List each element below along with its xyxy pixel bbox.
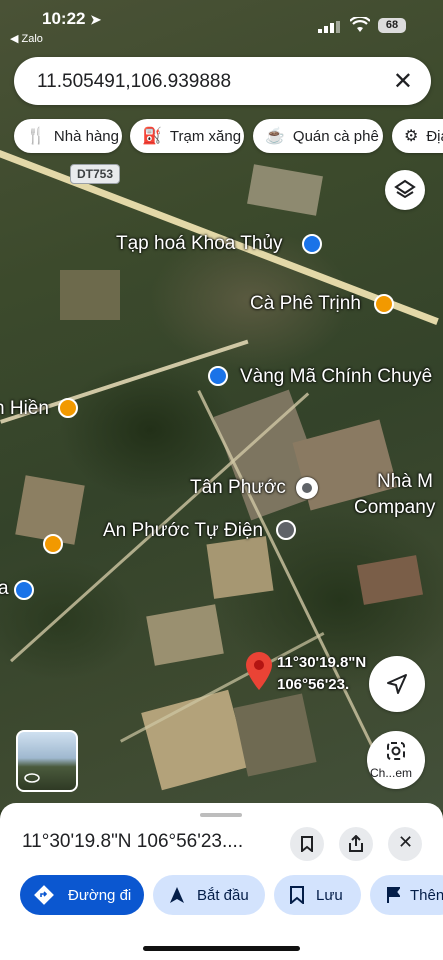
coffee-icon[interactable] xyxy=(58,398,78,418)
chip-label: Quán cà phê xyxy=(292,127,379,145)
map-field xyxy=(141,689,249,791)
map-field xyxy=(146,604,224,666)
navigation-arrow-icon xyxy=(170,887,184,903)
start-button[interactable]: Bắt đầu xyxy=(153,875,265,915)
share-icon-button[interactable] xyxy=(339,827,373,861)
place-label-ca-phe-trinh[interactable]: Cà Phê Trịnh xyxy=(250,293,361,315)
chip-coffee[interactable]: ☕ Quán cà phê xyxy=(253,119,383,153)
place-label-company[interactable]: Company xyxy=(354,497,435,519)
wifi-icon xyxy=(350,17,370,32)
add-label-label: Thên xyxy=(410,886,443,904)
layers-icon xyxy=(394,179,416,199)
status-time: 10:22 ➤ xyxy=(42,9,102,28)
location-arrow-icon: ➤ xyxy=(90,12,102,27)
dropped-pin-icon[interactable] xyxy=(246,652,272,690)
chip-label: Trạm xăng xyxy=(169,127,242,145)
museum-icon[interactable] xyxy=(276,520,296,540)
search-query[interactable]: 11.505491,106.939888 xyxy=(37,71,231,93)
start-label: Bắt đầu xyxy=(197,886,249,904)
map-field xyxy=(60,270,120,320)
directions-icon xyxy=(34,885,54,905)
map-field xyxy=(206,536,274,599)
home-indicator[interactable] xyxy=(143,946,300,951)
place-bottom-sheet[interactable]: 11°30'19.8"N 106°56'23.... ✕ Đường đi Bắ… xyxy=(0,803,443,960)
bookmark-icon xyxy=(301,836,313,852)
flag-icon xyxy=(387,887,400,903)
pin-coordinate-label: 11°30'19.8"N 106°56'23. xyxy=(277,652,366,696)
sheet-drag-handle[interactable] xyxy=(200,813,242,817)
bookmark-icon xyxy=(290,886,304,904)
google-lens-button[interactable]: Ch...em xyxy=(367,731,425,789)
share-icon xyxy=(349,835,363,852)
place-label-hien[interactable]: n Hiền xyxy=(0,398,49,420)
restaurant-icon: 🍴 xyxy=(26,128,46,145)
locality-dot-icon xyxy=(296,477,318,499)
place-label-tan-phuoc[interactable]: Tân Phước xyxy=(190,477,286,499)
directions-label: Đường đi xyxy=(68,886,132,904)
place-label-tap-hoa[interactable]: Tạp hoá Khoa Thủy xyxy=(116,233,283,255)
clear-search-icon[interactable]: ✕ xyxy=(393,67,413,96)
close-sheet-button[interactable]: ✕ xyxy=(388,827,422,861)
coffee-icon[interactable] xyxy=(43,534,63,554)
place-label-an-phuoc[interactable]: An Phước Tự Điện xyxy=(103,520,263,542)
cellular-signal-icon xyxy=(318,21,340,33)
status-bar: 10:22 ➤ ◀ Zalo 68 xyxy=(0,0,443,50)
my-location-button[interactable] xyxy=(369,656,425,712)
search-bar[interactable]: 11.505491,106.939888 ✕ xyxy=(14,57,431,105)
place-label-a[interactable]: a xyxy=(0,578,9,600)
map-field xyxy=(356,555,424,605)
chip-gas-stations[interactable]: ⛽ Trạm xăng xyxy=(130,119,244,153)
street-view-icon xyxy=(24,773,40,783)
close-icon: ✕ xyxy=(398,832,414,852)
add-label-button[interactable]: Thên xyxy=(370,875,443,915)
pin-label-line2: 106°56'23. xyxy=(277,676,350,693)
attraction-icon: ⚙ xyxy=(404,128,419,145)
save-label: Lưu xyxy=(316,886,343,904)
battery-icon: 68 xyxy=(378,18,406,33)
shopping-cart-icon[interactable] xyxy=(302,234,322,254)
lock-shop-icon[interactable] xyxy=(208,366,228,386)
place-title: 11°30'19.8"N 106°56'23.... xyxy=(22,831,244,852)
chip-restaurants[interactable]: 🍴 Nhà hàng xyxy=(14,119,122,153)
save-button[interactable]: Lưu xyxy=(274,875,361,915)
street-view-thumbnail[interactable] xyxy=(16,730,78,792)
lens-icon xyxy=(387,742,405,760)
coffee-icon: ☕ xyxy=(265,128,285,145)
lens-label: Ch...em xyxy=(370,766,413,780)
pin-label-line1: 11°30'19.8"N xyxy=(277,654,367,671)
coffee-icon[interactable] xyxy=(374,294,394,314)
back-to-app[interactable]: ◀ Zalo xyxy=(10,32,43,45)
gas-station-icon: ⛽ xyxy=(142,128,162,145)
layers-button[interactable] xyxy=(385,170,425,210)
place-label-vang-ma[interactable]: Vàng Mã Chính Chuyê xyxy=(240,366,432,388)
save-icon-button[interactable] xyxy=(290,827,324,861)
chip-attractions[interactable]: ⚙ Địa xyxy=(392,119,443,153)
map-field xyxy=(247,164,323,216)
directions-button[interactable]: Đường đi xyxy=(20,875,144,915)
chip-label: Nhà hàng xyxy=(53,127,119,145)
shopping-cart-icon[interactable] xyxy=(14,580,34,600)
road-shield-dt753: DT753 xyxy=(70,164,121,184)
chip-label: Địa xyxy=(426,127,443,145)
navigation-arrow-icon xyxy=(387,674,407,694)
place-label-nha-may[interactable]: Nhà M xyxy=(377,471,433,493)
map-field xyxy=(233,693,317,777)
